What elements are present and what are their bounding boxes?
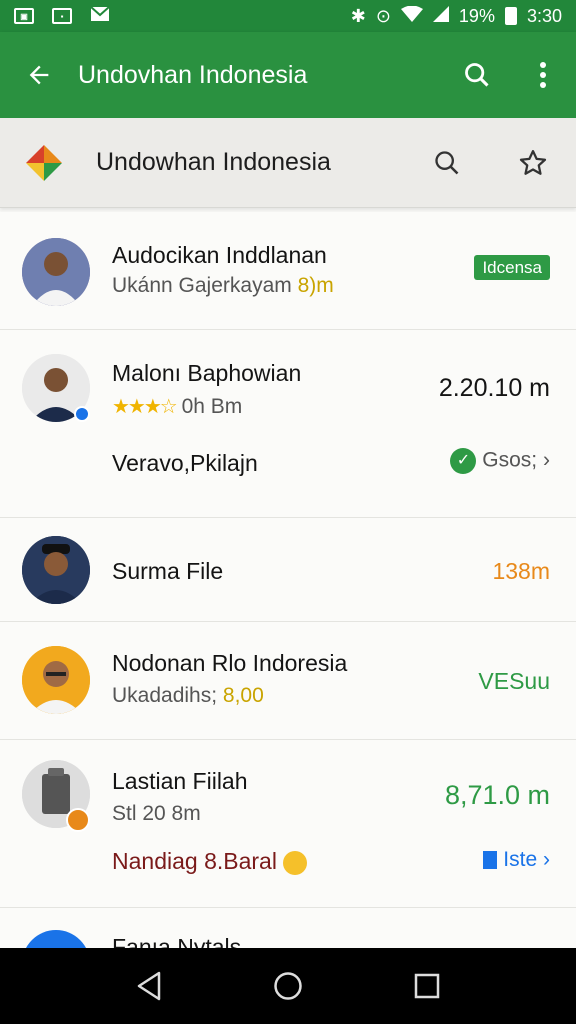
nav-back-button[interactable] (129, 966, 169, 1006)
mail-notification-icon (90, 5, 110, 28)
chevron-right-icon: › (543, 848, 550, 871)
square-recents-icon (414, 973, 439, 999)
list-item[interactable]: Fanıa Nytals (0, 908, 576, 948)
contact-list: Audocikan Inddlanan Ukánn Gajerkayam 8)m… (0, 212, 576, 948)
search-icon (435, 150, 459, 174)
rating-stars-icon: ★★★☆ (112, 396, 178, 418)
item-subtitle: ★★★☆ 0h Bm (112, 395, 243, 418)
avatar (22, 536, 90, 604)
sub-search-button[interactable] (404, 118, 490, 208)
avatar (22, 646, 90, 714)
star-outline-icon (519, 149, 547, 175)
sub-header-title: Undowhan Indonesia (96, 148, 331, 176)
list-item[interactable]: Audocikan Inddlanan Ukánn Gajerkayam 8)m… (0, 212, 576, 330)
system-nav-bar (0, 948, 576, 1024)
signal-icon (432, 5, 449, 27)
check-circle-icon: ✓ (450, 448, 477, 474)
verified-icon (74, 406, 90, 422)
gallery-notification-icon: ▣ (14, 8, 34, 24)
more-vert-icon (540, 62, 546, 88)
overflow-menu-button[interactable] (510, 32, 576, 118)
search-button[interactable] (444, 32, 510, 118)
item-name: Surma File (112, 558, 224, 584)
battery-text: 19% (458, 5, 495, 26)
back-button[interactable] (0, 32, 78, 118)
brand-logo-icon (26, 144, 62, 181)
list-item[interactable]: Nodonan Rlo Indoresia Ukadadihs; 8,00 VE… (0, 622, 576, 740)
search-icon (465, 63, 489, 87)
circle-home-icon (274, 972, 302, 1000)
item-name: Fanıa Nytals (112, 934, 242, 948)
chevron-right-icon: › (543, 448, 550, 472)
avatar (22, 238, 90, 306)
favorite-button[interactable] (490, 118, 576, 208)
sub-header: Undowhan Indonesia (0, 118, 576, 208)
item-subtitle: Stl 20 8m (112, 802, 201, 825)
item-name: Audocikan Inddlanan (112, 242, 327, 268)
status-bar: ▣ ▪ ✱ ⊙ 19% 3:30 (0, 0, 576, 32)
share-icon (66, 808, 90, 832)
item-value: 8,71.0 m (444, 780, 550, 810)
app-bar: Undovhan Indonesia (0, 32, 576, 118)
triangle-back-icon (138, 971, 161, 1001)
status-action[interactable]: ✓ Gsos; › (450, 448, 550, 474)
item-subtitle: Ukánn Gajerkayam 8)m (112, 274, 334, 297)
avatar (22, 930, 90, 948)
message-notification-icon: ▪ (52, 8, 72, 24)
clock: 3:30 (526, 5, 562, 26)
arrow-back-icon (29, 65, 49, 85)
item-value: 2.20.10 m (438, 374, 550, 402)
item-value: 138m (492, 558, 550, 584)
status-action[interactable]: Iste › (483, 848, 550, 872)
item-detail: Veravo,Pkilajn (112, 450, 258, 476)
item-name: Nodonan Rlo Indoresia (112, 650, 348, 676)
bluetooth-icon: ✱ (350, 5, 366, 26)
emoji-icon (283, 850, 308, 875)
nav-recents-button[interactable] (407, 966, 447, 1006)
document-icon (483, 851, 498, 870)
item-name: Lastian Fiilah (112, 768, 248, 794)
item-value: VESuu (478, 668, 550, 694)
list-item[interactable]: Surma File 138m (0, 518, 576, 622)
app-title: Undovhan Indonesia (78, 60, 308, 89)
status-badge: Idcensa (474, 255, 550, 280)
battery-icon (504, 7, 517, 25)
list-item[interactable]: Lastian Fiilah Stl 20 8m 8,71.0 m Nandia… (0, 740, 576, 908)
item-name: Malonı Baphowian (112, 360, 302, 386)
wifi-icon (400, 5, 423, 27)
item-detail: Nandiag 8.Baral (112, 848, 308, 875)
nav-home-button[interactable] (268, 966, 308, 1006)
item-subtitle: Ukadadihs; 8,00 (112, 684, 264, 707)
alarm-icon: ⊙ (375, 5, 391, 26)
list-item[interactable]: Malonı Baphowian ★★★☆ 0h Bm 2.20.10 m Ve… (0, 330, 576, 518)
